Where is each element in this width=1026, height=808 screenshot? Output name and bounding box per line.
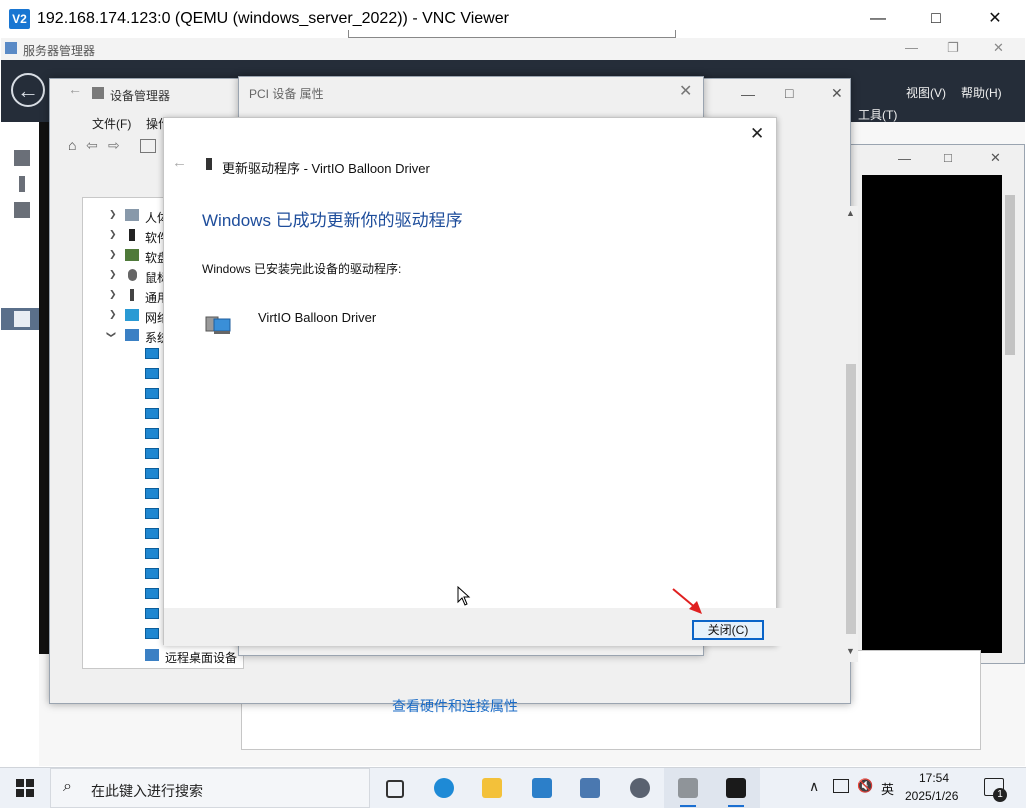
terminal-window: — □ ✕ xyxy=(849,144,1025,664)
taskbar: ⌕ 在此键入进行搜索 ∧ 🔇 英 17:54 2025/1/26 1 xyxy=(0,767,1026,808)
tree-item-remote-desktop[interactable]: 远程桌面设备 xyxy=(83,646,243,666)
close-icon[interactable]: ✕ xyxy=(750,124,764,144)
minimize-icon[interactable]: — xyxy=(898,151,911,166)
taskbar-search[interactable]: ⌕ 在此键入进行搜索 xyxy=(50,768,370,808)
input-language[interactable]: 英 xyxy=(881,779,894,798)
terminal-scrollbar[interactable] xyxy=(1002,175,1020,653)
back-arrow-icon[interactable]: ← xyxy=(68,81,82,97)
edge-icon[interactable] xyxy=(420,768,468,808)
wizard-subtext: Windows 已安装完此设备的驱动程序: xyxy=(202,262,402,276)
file-explorer-icon[interactable] xyxy=(468,768,516,808)
system-device-icon[interactable] xyxy=(145,408,159,419)
maximize-icon[interactable]: □ xyxy=(944,150,952,165)
system-device-icon[interactable] xyxy=(145,368,159,379)
network-icon[interactable] xyxy=(833,779,849,793)
server-manager-title: 服务器管理器 xyxy=(23,44,96,58)
system-device-icon[interactable] xyxy=(145,488,159,499)
properties-icon[interactable] xyxy=(140,139,156,153)
server-manager-title-bar: 服务器管理器 — ❐ ✕ xyxy=(1,38,1025,60)
vnc-toolbar-handle[interactable] xyxy=(348,30,676,38)
vnc-logo-icon: V2 xyxy=(9,9,30,29)
all-servers-icon[interactable] xyxy=(14,202,30,218)
volume-muted-icon[interactable]: 🔇 xyxy=(857,778,873,794)
device-manager-title: 设备管理器 xyxy=(110,89,171,103)
menu-help[interactable]: 帮助(H) xyxy=(961,84,1002,101)
settings-icon[interactable] xyxy=(616,768,664,808)
menu-tools[interactable]: 工具(T) xyxy=(858,106,897,123)
server-manager-sidebar xyxy=(1,122,39,766)
dashboard-icon[interactable] xyxy=(14,150,30,166)
close-icon[interactable]: ✕ xyxy=(831,85,843,102)
close-icon[interactable]: ✕ xyxy=(679,81,692,101)
system-device-icon[interactable] xyxy=(145,348,159,359)
maximize-icon[interactable]: □ xyxy=(913,0,959,38)
scroll-down-icon[interactable]: ▼ xyxy=(846,646,855,656)
maximize-icon[interactable]: □ xyxy=(785,85,793,101)
driver-icon xyxy=(206,158,212,170)
back-arrow-icon[interactable]: ← xyxy=(11,73,45,107)
system-device-icon[interactable] xyxy=(145,468,159,479)
back-arrow-icon: ← xyxy=(172,154,187,171)
window-title: 192.168.174.123:0 (QEMU (windows_server_… xyxy=(37,10,509,27)
minimize-icon[interactable]: — xyxy=(741,86,755,102)
sidebar-item-selected[interactable] xyxy=(1,308,39,330)
wizard-title: 更新驱动程序 - VirtIO Balloon Driver xyxy=(222,161,430,176)
scrollbar-thumb[interactable] xyxy=(846,364,856,634)
minimize-icon[interactable]: — xyxy=(905,40,918,55)
system-device-icon[interactable] xyxy=(145,608,159,619)
vnc-title-bar: V2 192.168.174.123:0 (QEMU (windows_serv… xyxy=(0,0,1026,38)
task-view-icon[interactable] xyxy=(370,768,418,808)
system-device-icon[interactable] xyxy=(145,448,159,459)
mouse-cursor-icon xyxy=(457,586,471,606)
restore-icon[interactable]: ❐ xyxy=(947,40,959,56)
scrollbar-thumb[interactable] xyxy=(1005,195,1015,355)
system-device-icon[interactable] xyxy=(145,628,159,639)
device-manager-icon xyxy=(92,87,104,99)
menu-view[interactable]: 视图(V) xyxy=(906,84,946,101)
clock-date[interactable]: 2025/1/26 xyxy=(905,789,958,803)
menu-file[interactable]: 文件(F) xyxy=(92,115,131,132)
system-device-icon[interactable] xyxy=(145,388,159,399)
cmd-icon[interactable] xyxy=(712,768,760,808)
update-driver-wizard: ✕ ← 更新驱动程序 - VirtIO Balloon Driver Windo… xyxy=(163,117,858,662)
wizard-scrollbar[interactable]: ▲ ▼ xyxy=(844,206,858,662)
pci-dialog-title: PCI 设备 属性 xyxy=(249,87,324,101)
search-placeholder: 在此键入进行搜索 xyxy=(91,783,203,799)
system-device-icon[interactable] xyxy=(145,528,159,539)
system-device-icon[interactable] xyxy=(145,508,159,519)
red-arrow-annotation xyxy=(672,588,702,614)
tray-chevron-icon[interactable]: ∧ xyxy=(809,778,819,795)
terminal-output[interactable] xyxy=(862,175,1002,653)
close-icon[interactable]: ✕ xyxy=(990,150,1001,166)
start-icon[interactable] xyxy=(16,779,34,797)
system-device-icon[interactable] xyxy=(145,588,159,599)
scroll-up-icon[interactable]: ▲ xyxy=(846,208,855,218)
system-device-icon[interactable] xyxy=(145,568,159,579)
clock-time[interactable]: 17:54 xyxy=(919,771,949,785)
close-icon[interactable]: ✕ xyxy=(972,0,1018,38)
wizard-heading: Windows 已成功更新你的驱动程序 xyxy=(202,211,463,230)
home-icon[interactable]: ⌂ xyxy=(68,137,76,153)
device-name: VirtIO Balloon Driver xyxy=(258,310,377,325)
notification-badge: 1 xyxy=(993,788,1007,802)
local-server-icon[interactable] xyxy=(19,176,25,192)
system-device-icon[interactable] xyxy=(145,428,159,439)
toolbar-forward-icon[interactable]: ⇨ xyxy=(108,137,120,154)
link-hardware-properties[interactable]: 查看硬件和连接属性 xyxy=(392,696,518,716)
device-manager-taskbar-icon[interactable] xyxy=(664,768,712,808)
remote-desktop: 服务器管理器 — ❐ ✕ ← 工具(T) 视图(V) 帮助(H) — □ ✕ ←… xyxy=(1,38,1025,766)
toolbar-back-icon[interactable]: ⇦ xyxy=(86,137,98,154)
network-share-icon[interactable] xyxy=(566,768,614,808)
server-manager-icon[interactable] xyxy=(518,768,566,808)
device-icon xyxy=(205,316,231,334)
minimize-icon[interactable]: — xyxy=(855,0,901,38)
system-device-icon[interactable] xyxy=(145,548,159,559)
wizard-close-button[interactable]: 关闭(C) xyxy=(692,620,764,640)
server-manager-icon xyxy=(5,42,17,54)
close-icon[interactable]: ✕ xyxy=(993,40,1004,56)
search-icon: ⌕ xyxy=(63,778,72,795)
